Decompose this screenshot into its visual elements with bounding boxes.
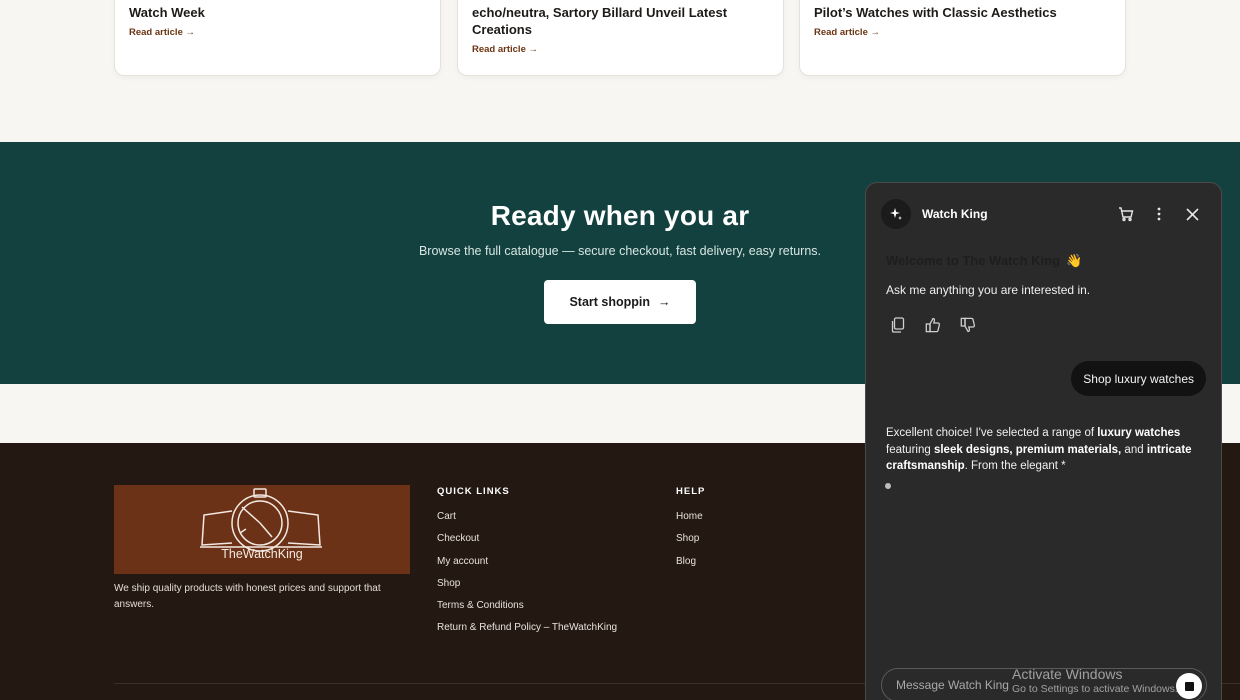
thumbs-up-icon[interactable] — [925, 317, 941, 333]
bot-message: Excellent choice! I've selected a range … — [886, 427, 1192, 472]
quick-links-list: Cart Checkout My account Shop Terms & Co… — [437, 509, 617, 643]
message-actions — [890, 317, 976, 333]
footer-link-shop[interactable]: Shop — [437, 576, 617, 598]
footer-logo[interactable]: TheWatchKing — [114, 485, 410, 574]
close-icon[interactable] — [1183, 205, 1201, 223]
read-article-link[interactable]: Read article → — [472, 44, 538, 55]
chat-input-bar — [881, 668, 1207, 700]
arrow-right-icon: → — [185, 27, 196, 38]
article-title-cont[interactable]: Creations — [472, 21, 769, 38]
articles-section: Watch Week Read article → echo/neutra, S… — [0, 0, 1240, 142]
article-card[interactable]: echo/neutra, Sartory Billard Unveil Late… — [457, 0, 784, 76]
help-list: Home Shop Blog — [676, 509, 703, 576]
article-title[interactable]: Watch Week — [129, 4, 426, 21]
chat-message-input[interactable] — [896, 669, 1146, 700]
quick-links-heading: QUICK LINKS — [437, 486, 510, 497]
start-shopping-label: Start shoppin — [569, 295, 651, 309]
typing-indicator — [885, 483, 891, 489]
chat-title: Watch King — [922, 207, 988, 221]
more-vertical-icon[interactable] — [1150, 205, 1168, 223]
chat-widget[interactable]: Watch King Welcome to The Watch King 👋 As… — [865, 182, 1222, 700]
arrow-right-icon: → — [528, 44, 539, 55]
footer-link-terms[interactable]: Terms & Conditions — [437, 598, 617, 620]
stop-generation-button[interactable] — [1176, 673, 1202, 699]
user-message-bubble: Shop luxury watches — [1071, 361, 1206, 396]
welcome-heading: Welcome to The Watch King 👋 — [886, 253, 1082, 269]
logo-wordmark: TheWatchKing — [221, 547, 303, 561]
article-title[interactable]: echo/neutra, Sartory Billard Unveil Late… — [472, 4, 769, 21]
stop-icon — [1184, 681, 1194, 691]
start-shopping-button[interactable]: Start shoppin → — [544, 280, 696, 324]
sparkle-icon — [881, 199, 911, 229]
help-heading: HELP — [676, 486, 706, 497]
article-card[interactable]: Pilot’s Watches with Classic Aesthetics … — [799, 0, 1126, 76]
footer-link-my-account[interactable]: My account — [437, 554, 617, 576]
cart-icon[interactable] — [1117, 205, 1135, 223]
footer-link-blog[interactable]: Blog — [676, 554, 703, 576]
footer-link-refund-policy[interactable]: Return & Refund Policy – TheWatchKing — [437, 620, 617, 642]
copy-icon[interactable] — [890, 317, 906, 333]
waving-hand-icon: 👋 — [1066, 253, 1083, 268]
welcome-text: Welcome to The Watch King — [886, 253, 1061, 268]
footer-link-home[interactable]: Home — [676, 509, 703, 531]
arrow-right-icon: → — [658, 295, 671, 309]
arrow-right-icon: → — [870, 27, 881, 38]
footer-link-checkout[interactable]: Checkout — [437, 531, 617, 553]
article-card[interactable]: Watch Week Read article → — [114, 0, 441, 76]
footer-about-text: We ship quality products with honest pri… — [114, 583, 381, 610]
welcome-subtext: Ask me anything you are interested in. — [886, 283, 1091, 297]
thumbs-down-icon[interactable] — [960, 317, 976, 333]
read-article-link[interactable]: Read article → — [814, 27, 880, 38]
footer-link-cart[interactable]: Cart — [437, 509, 617, 531]
read-article-link[interactable]: Read article → — [129, 27, 195, 38]
footer-link-shop-help[interactable]: Shop — [676, 531, 703, 553]
chat-header: Watch King — [866, 183, 1221, 245]
article-title[interactable]: Pilot’s Watches with Classic Aesthetics — [814, 4, 1111, 21]
